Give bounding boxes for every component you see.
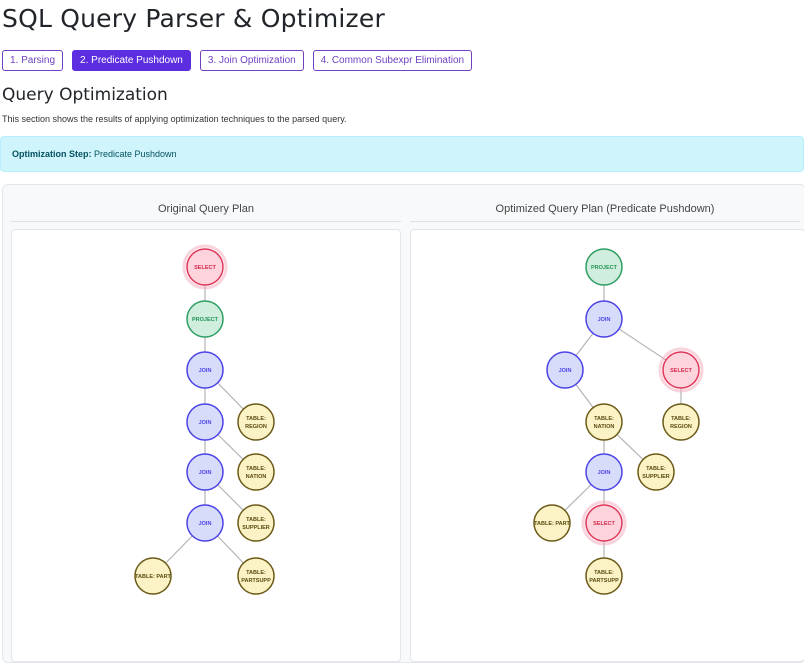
original-node-table[interactable]: TABLE: REGION [237, 403, 275, 441]
original-node-project[interactable]: PROJECT [186, 300, 224, 338]
original-node-join[interactable]: JOIN [186, 504, 224, 542]
optimized-node-table[interactable]: TABLE: NATION [585, 403, 623, 441]
optimized-node-circle [662, 403, 700, 441]
optimized-node-label: NATION [594, 424, 615, 430]
original-plan-graph: SELECT PROJECT JOIN JOIN TABLE: REGION JOIN TAB… [134, 244, 275, 595]
page-title: SQL Query Parser & Optimizer [2, 4, 385, 33]
optimized-node-table[interactable]: TABLE: PART [533, 504, 571, 542]
optimized-node-circle [585, 557, 623, 595]
original-node-table[interactable]: TABLE: NATION [237, 453, 275, 491]
original-node-circle [237, 453, 275, 491]
original-node-label: REGION [245, 424, 267, 430]
optimized-node-table[interactable]: TABLE: PARTSUPP [585, 557, 623, 595]
optimized-node-label: TABLE: [646, 466, 666, 472]
original-node-join[interactable]: JOIN [186, 453, 224, 491]
original-plan-panel: SELECT PROJECT JOIN JOIN TABLE: REGION JOIN TAB… [11, 229, 401, 662]
optimization-step-alert: Optimization Step: Predicate Pushdown [0, 136, 804, 172]
optimized-node-join[interactable]: JOIN [546, 351, 584, 389]
original-node-label: NATION [246, 474, 267, 480]
tab-common-subexpr-elimination[interactable]: 4. Common Subexpr Elimination [312, 50, 473, 71]
optimized-node-label: SUPPLIER [642, 474, 670, 480]
optimized-plan-graph: PROJECT JOIN JOIN SELECT TABLE: NATION TABLE: R… [533, 248, 704, 595]
section-title: Query Optimization [2, 85, 168, 105]
original-node-table[interactable]: TABLE: PARTSUPP [237, 557, 275, 595]
original-node-label: JOIN [199, 470, 212, 476]
page: SQL Query Parser & Optimizer 1. Parsing … [0, 0, 804, 663]
original-plan-divider [11, 221, 401, 222]
original-node-select[interactable]: SELECT [182, 244, 228, 290]
optimized-node-table[interactable]: TABLE: SUPPLIER [637, 453, 675, 491]
original-node-label: JOIN [199, 521, 212, 527]
optimized-node-select[interactable]: SELECT [581, 500, 627, 546]
section-description: This section shows the results of applyi… [2, 114, 347, 124]
original-node-label: SELECT [194, 265, 216, 271]
original-node-label: TABLE: [246, 517, 266, 523]
tab-parsing[interactable]: 1. Parsing [2, 50, 64, 71]
optimized-plan-title: Optimized Query Plan (Predicate Pushdown… [495, 203, 715, 215]
optimized-node-label: TABLE: [594, 570, 614, 576]
original-node-label: PARTSUPP [241, 578, 271, 584]
original-node-label: JOIN [199, 368, 212, 374]
alert-value: Predicate Pushdown [94, 149, 177, 159]
optimized-node-table[interactable]: TABLE: REGION [662, 403, 700, 441]
original-plan-title: Original Query Plan [158, 203, 254, 215]
original-node-table[interactable]: TABLE: PART [134, 557, 172, 595]
optimized-node-project[interactable]: PROJECT [585, 248, 623, 286]
original-node-circle [237, 504, 275, 542]
optimized-node-label: JOIN [559, 368, 572, 374]
optimized-node-join[interactable]: JOIN [585, 300, 623, 338]
optimized-node-circle [637, 453, 675, 491]
optimized-node-label: SELECT [593, 521, 615, 527]
original-node-label: SUPPLIER [242, 525, 270, 531]
tab-predicate-pushdown[interactable]: 2. Predicate Pushdown [72, 50, 191, 71]
optimized-node-select[interactable]: SELECT [658, 347, 704, 393]
optimized-node-join[interactable]: JOIN [585, 453, 623, 491]
query-plans-card: Original Query Plan SELECT PROJECT JOIN JOI… [2, 184, 804, 663]
original-node-label: TABLE: [246, 570, 266, 576]
optimized-node-label: REGION [670, 424, 692, 430]
original-node-circle [237, 403, 275, 441]
optimized-node-label: TABLE: [594, 416, 614, 422]
original-node-table[interactable]: TABLE: SUPPLIER [237, 504, 275, 542]
optimized-node-label: JOIN [598, 470, 611, 476]
optimized-node-label: PARTSUPP [589, 578, 619, 584]
original-node-label: JOIN [199, 420, 212, 426]
original-node-label: TABLE: [246, 416, 266, 422]
alert-label: Optimization Step: [12, 149, 92, 159]
optimization-step-tabs: 1. Parsing 2. Predicate Pushdown 3. Join… [2, 50, 473, 71]
optimized-node-label: TABLE: PART [534, 521, 570, 527]
original-node-join[interactable]: JOIN [186, 351, 224, 389]
optimized-node-circle [585, 403, 623, 441]
optimized-node-label: JOIN [598, 317, 611, 323]
original-node-label: TABLE: [246, 466, 266, 472]
original-node-label: TABLE: PART [135, 574, 171, 580]
optimized-node-label: SELECT [670, 368, 692, 374]
original-node-label: PROJECT [192, 317, 219, 323]
original-node-circle [237, 557, 275, 595]
original-node-join[interactable]: JOIN [186, 403, 224, 441]
optimized-node-label: PROJECT [591, 265, 618, 271]
tab-join-optimization[interactable]: 3. Join Optimization [199, 50, 304, 71]
optimized-node-label: TABLE: [671, 416, 691, 422]
optimized-plan-divider [410, 221, 800, 222]
optimized-plan-panel: PROJECT JOIN JOIN SELECT TABLE: NATION TABLE: R… [410, 229, 804, 662]
